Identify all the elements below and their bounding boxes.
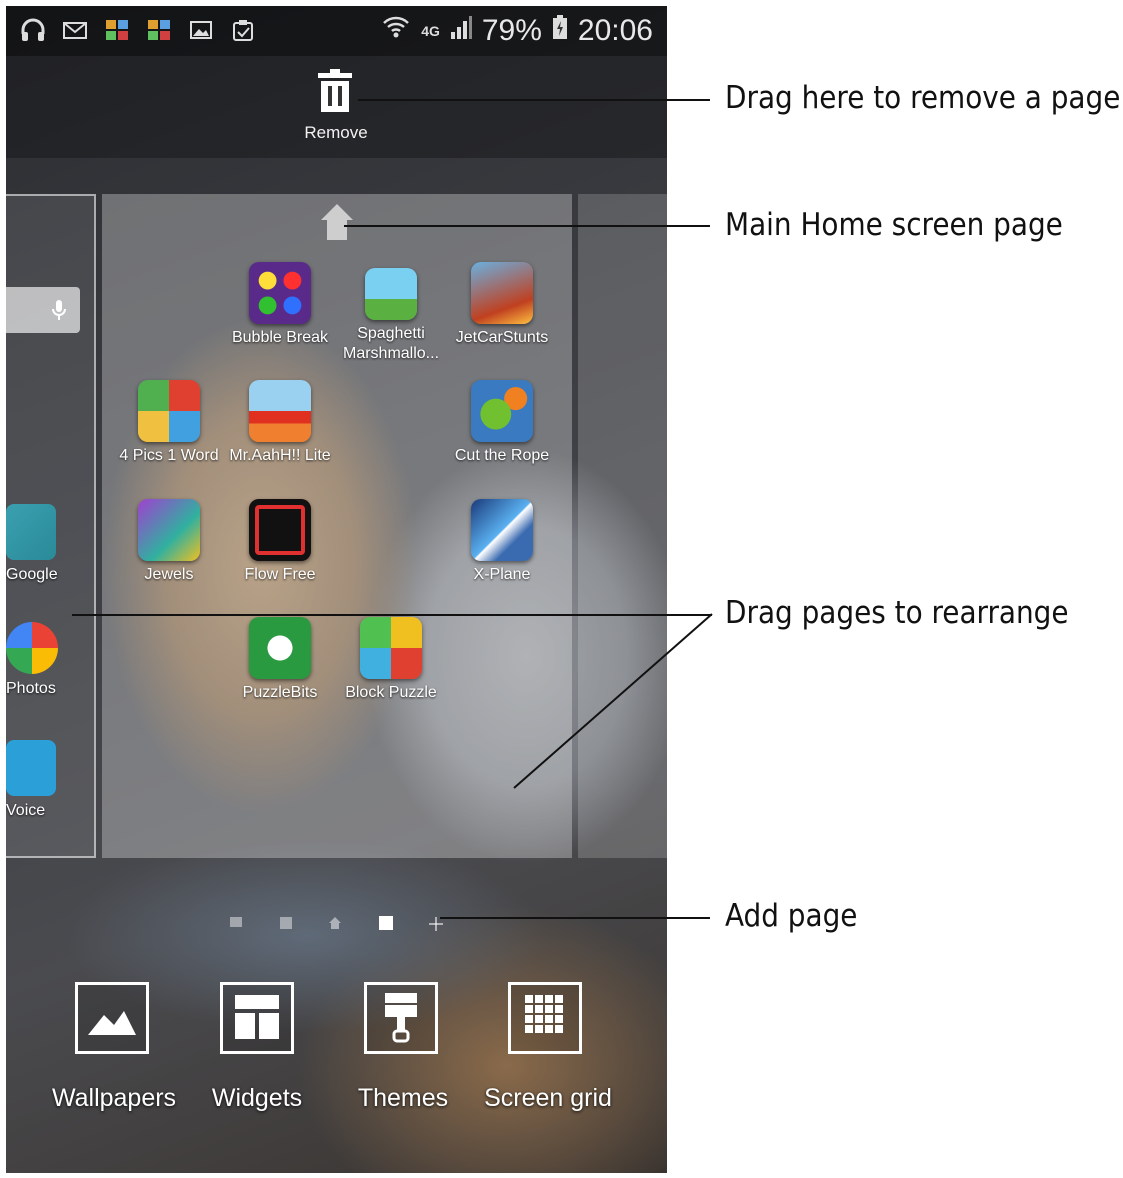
app-voice[interactable]: Voice <box>6 740 56 820</box>
app-puzzlebits[interactable]: PuzzleBits <box>224 617 336 703</box>
add-page-plus-icon[interactable] <box>429 917 443 931</box>
app-block-puzzle[interactable]: Block Puzzle <box>335 617 447 703</box>
home-page-dot-icon[interactable] <box>329 917 341 929</box>
page-indicator <box>226 911 456 937</box>
jetcarstunts-icon <box>471 262 533 324</box>
page-dot[interactable] <box>230 917 242 927</box>
callout-line-main-home <box>344 225 710 227</box>
app-4-pics-1-word[interactable]: 4 Pics 1 Word <box>113 380 225 466</box>
four-pics-one-word-icon <box>138 380 200 442</box>
callout-rearrange: Drag pages to rearrange <box>725 595 1069 631</box>
phone-screen: 4G 79% 20:06 Remove Google Photos Voice … <box>6 6 667 1173</box>
callout-line-remove <box>358 99 710 101</box>
app-x-plane[interactable]: X-Plane <box>446 499 558 585</box>
x-plane-icon <box>471 499 533 561</box>
battery-icon <box>552 14 568 48</box>
search-bar-widget <box>6 287 80 333</box>
clock: 20:06 <box>577 14 653 47</box>
app-jetcarstunts[interactable]: JetCarStunts <box>446 262 558 348</box>
headphones-icon <box>20 18 46 42</box>
jewels-icon <box>138 499 200 561</box>
photos-pinwheel-icon <box>6 622 58 674</box>
page-dot[interactable] <box>280 917 292 929</box>
widgets-label: Widgets <box>211 1084 303 1112</box>
clipboard-icon <box>230 18 256 42</box>
puzzlebits-icon <box>249 617 311 679</box>
flow-free-icon <box>249 499 311 561</box>
gallery-icon <box>188 18 214 42</box>
app-notification-icon <box>104 18 130 42</box>
wallpapers-icon <box>75 982 149 1054</box>
gmail-icon <box>62 18 88 42</box>
cut-the-rope-icon <box>471 380 533 442</box>
callout-main-home: Main Home screen page <box>725 207 1063 243</box>
edit-mode-bottom-bar: Wallpapers Widgets Themes Screen grid <box>6 966 667 1173</box>
app-label: Google <box>6 566 58 583</box>
page-dot-current[interactable] <box>379 916 393 930</box>
app-flow-free[interactable]: Flow Free <box>224 499 336 585</box>
paint-brush-icon <box>364 982 438 1054</box>
app-label: Photos <box>6 680 56 697</box>
app-spaghetti-marshmallows[interactable]: Spaghetti Marshmallo... <box>335 268 447 364</box>
callout-remove: Drag here to remove a page <box>725 80 1121 116</box>
app-jewels[interactable]: Jewels <box>113 499 225 585</box>
spaghetti-marshmallows-icon <box>365 268 417 320</box>
app-photos[interactable]: Photos <box>6 622 58 698</box>
block-puzzle-icon <box>360 617 422 679</box>
callout-line-rearrange-diagonal <box>513 613 713 789</box>
signal-icon <box>450 14 472 48</box>
mr-aahh-lite-icon <box>249 380 311 442</box>
trash-icon <box>318 69 352 112</box>
microphone-icon <box>52 300 66 320</box>
grid-icon <box>508 982 582 1054</box>
app-cut-the-rope[interactable]: Cut the Rope <box>446 380 558 466</box>
widgets-button[interactable]: Widgets <box>202 982 312 1113</box>
remove-page-drop-zone[interactable]: Remove <box>6 56 667 158</box>
network-type: 4G <box>421 23 440 39</box>
widgets-icon <box>220 982 294 1054</box>
themes-label: Themes <box>357 1084 449 1112</box>
home-icon <box>321 204 353 240</box>
app-notification-icon <box>146 18 172 42</box>
remove-label: Remove <box>304 123 368 142</box>
wallpapers-label: Wallpapers <box>51 1084 177 1112</box>
app-label: Voice <box>6 802 46 819</box>
google-folder-icon <box>6 504 56 560</box>
callout-add-page: Add page <box>725 898 858 934</box>
screen-grid-button[interactable]: Screen grid <box>478 982 618 1113</box>
app-bubble-break[interactable]: Bubble Break <box>224 262 336 348</box>
app-mr-aahh-lite[interactable]: Mr.AahH!! Lite <box>224 380 336 466</box>
wifi-icon <box>381 14 411 48</box>
bubble-break-icon <box>249 262 311 324</box>
status-bar: 4G 79% 20:06 <box>6 6 667 56</box>
phone-icon <box>6 740 56 796</box>
screen-grid-label: Screen grid <box>484 1084 612 1112</box>
battery-percent: 79% <box>481 14 542 47</box>
callout-line-add-page <box>440 917 710 919</box>
app-google[interactable]: Google <box>6 504 58 584</box>
wallpapers-button[interactable]: Wallpapers <box>46 982 182 1113</box>
themes-button[interactable]: Themes <box>348 982 458 1113</box>
